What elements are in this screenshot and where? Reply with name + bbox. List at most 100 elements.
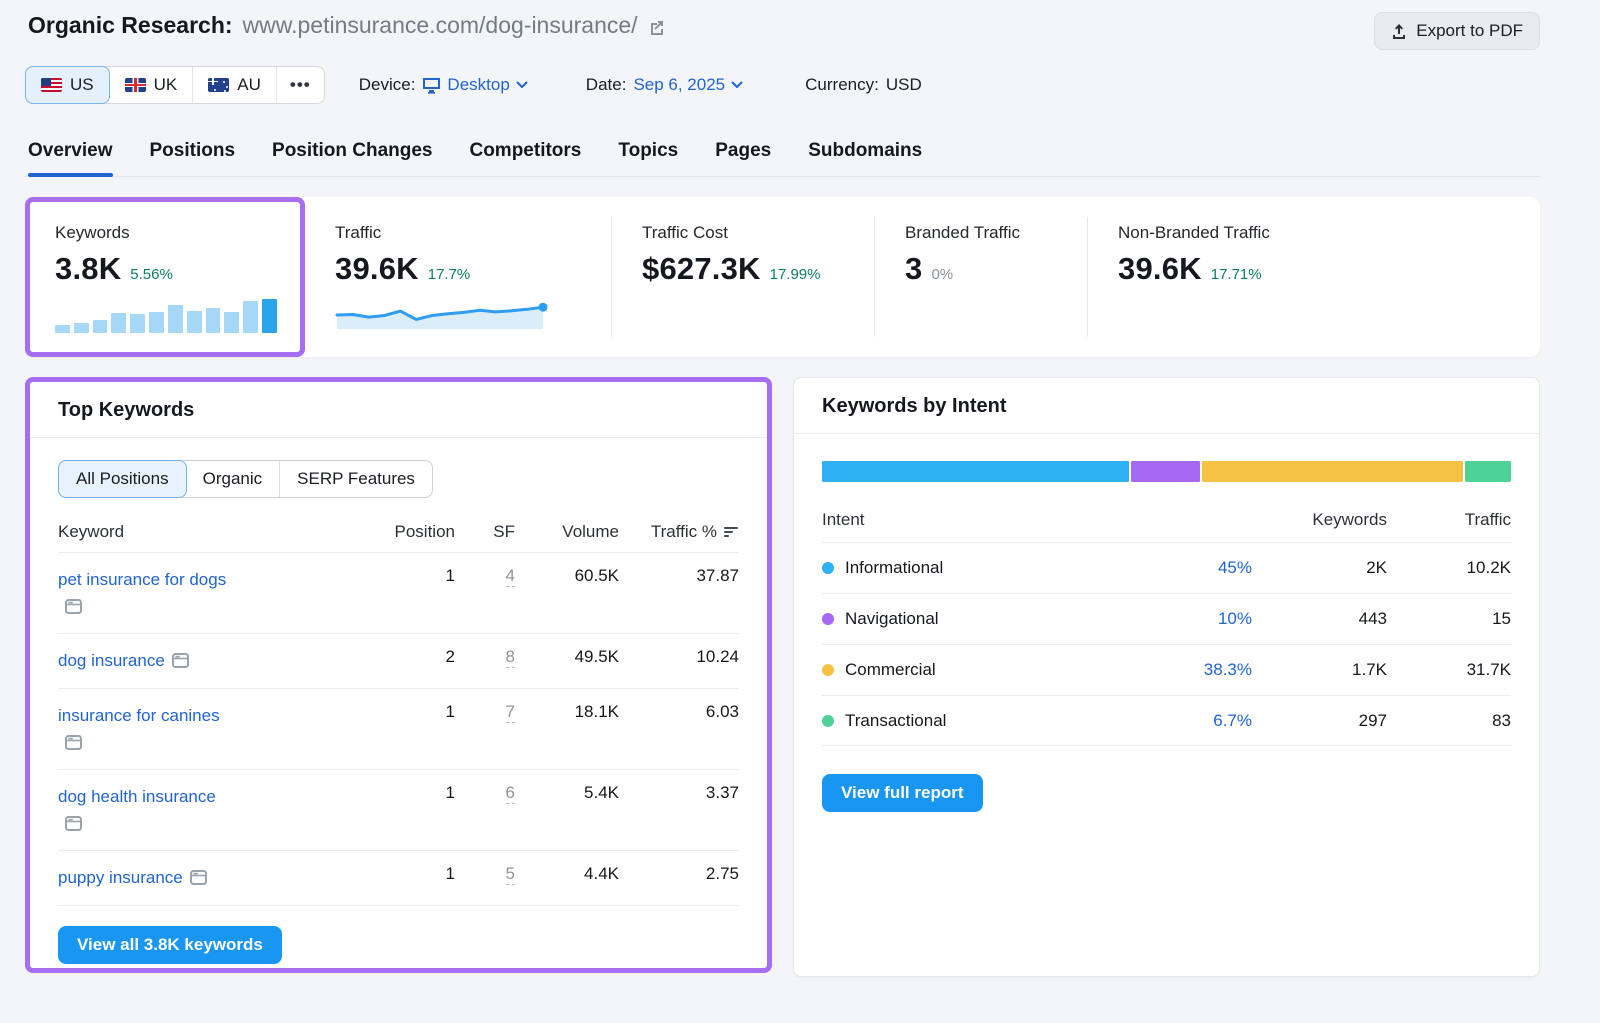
metric-non-branded-value: 39.6K xyxy=(1118,251,1202,287)
country-us-button[interactable]: US xyxy=(25,66,110,104)
au-flag-icon xyxy=(208,78,229,92)
intent-segment-transactional[interactable] xyxy=(1465,461,1511,482)
metric-branded-label: Branded Traffic xyxy=(905,223,1087,243)
volume-value: 18.1K xyxy=(515,702,619,722)
sf-value[interactable]: 8 xyxy=(506,647,515,668)
traffic-pct-value: 3.37 xyxy=(619,783,739,803)
metric-branded-traffic: Branded Traffic 3 0% xyxy=(875,197,1087,357)
intent-table: Intent Keywords Traffic Informational 45… xyxy=(822,504,1511,746)
currency-value: USD xyxy=(886,75,922,95)
metric-keywords-label: Keywords xyxy=(55,223,300,243)
page-title: Organic Research: xyxy=(28,12,233,39)
country-uk-label: UK xyxy=(154,75,178,95)
sort-desc-icon xyxy=(724,526,739,538)
serp-preview-icon[interactable] xyxy=(65,599,82,614)
country-au-button[interactable]: AU xyxy=(193,67,277,103)
intent-keywords-value: 443 xyxy=(1252,609,1387,629)
filters-row: US UK AU ••• Device: Desktop xyxy=(25,66,1540,104)
sf-value[interactable]: 4 xyxy=(506,566,515,587)
keywords-trend-bar-chart xyxy=(55,297,277,333)
serp-preview-icon[interactable] xyxy=(65,816,82,831)
traffic-pct-value: 6.03 xyxy=(619,702,739,722)
table-row: dog health insurance 1 6 5.4K 3.37 xyxy=(58,769,739,850)
tab-overview[interactable]: Overview xyxy=(28,136,113,176)
country-uk-button[interactable]: UK xyxy=(110,67,194,103)
metric-traffic-cost-label: Traffic Cost xyxy=(642,223,874,243)
sf-value[interactable]: 7 xyxy=(506,702,515,723)
positions-segmented-control: All Positions Organic SERP Features xyxy=(58,460,433,498)
metric-traffic-delta: 17.7% xyxy=(428,266,471,283)
segment-serp-features[interactable]: SERP Features xyxy=(280,461,432,497)
date-value: Sep 6, 2025 xyxy=(633,75,725,95)
view-full-report-button[interactable]: View full report xyxy=(822,774,983,812)
volume-value: 60.5K xyxy=(515,566,619,586)
metric-non-branded-traffic: Non-Branded Traffic 39.6K 17.71% xyxy=(1088,197,1540,357)
intent-percent-link[interactable]: 6.7% xyxy=(1213,711,1252,730)
tab-subdomains[interactable]: Subdomains xyxy=(808,136,922,176)
segment-all-positions[interactable]: All Positions xyxy=(58,460,187,498)
tab-positions[interactable]: Positions xyxy=(150,136,236,176)
view-all-keywords-button[interactable]: View all 3.8K keywords xyxy=(58,926,282,964)
serp-preview-icon[interactable] xyxy=(172,653,189,668)
position-value: 1 xyxy=(367,864,455,884)
col-keyword: Keyword xyxy=(58,522,367,542)
date-filter: Date: Sep 6, 2025 xyxy=(586,75,743,95)
metric-non-branded-delta: 17.71% xyxy=(1211,266,1262,283)
col-position: Position xyxy=(367,522,455,542)
device-selector[interactable]: Desktop xyxy=(422,75,527,95)
serp-preview-icon[interactable] xyxy=(190,870,207,885)
position-value: 2 xyxy=(367,647,455,667)
intent-label: Commercial xyxy=(845,660,936,680)
tab-competitors[interactable]: Competitors xyxy=(469,136,581,176)
tab-topics[interactable]: Topics xyxy=(618,136,678,176)
intent-percent-link[interactable]: 10% xyxy=(1218,609,1252,628)
top-keywords-panel: Top Keywords All Positions Organic SERP … xyxy=(25,377,772,973)
commercial-dot-icon xyxy=(822,664,834,676)
intent-percent-link[interactable]: 38.3% xyxy=(1204,660,1252,679)
more-countries-button[interactable]: ••• xyxy=(277,67,324,103)
keyword-link[interactable]: puppy insurance xyxy=(58,864,207,891)
metric-traffic-cost-value: $627.3K xyxy=(642,251,761,287)
navigational-dot-icon xyxy=(822,613,834,625)
keyword-link[interactable]: dog insurance xyxy=(58,647,189,674)
uk-flag-icon xyxy=(125,78,146,92)
intent-row-transactional: Transactional 6.7% 297 83 xyxy=(822,695,1511,746)
metric-keywords-value: 3.8K xyxy=(55,251,121,287)
intent-row-commercial: Commercial 38.3% 1.7K 31.7K xyxy=(822,644,1511,695)
col-keywords: Keywords xyxy=(1252,510,1387,530)
export-to-pdf-button[interactable]: Export to PDF xyxy=(1374,12,1540,50)
table-header: Intent Keywords Traffic xyxy=(822,504,1511,542)
intent-segment-navigational[interactable] xyxy=(1131,461,1199,482)
intent-traffic-value: 10.2K xyxy=(1387,558,1511,578)
country-us-label: US xyxy=(70,75,94,95)
serp-preview-icon[interactable] xyxy=(65,735,82,750)
tab-pages[interactable]: Pages xyxy=(715,136,771,176)
volume-value: 5.4K xyxy=(515,783,619,803)
intent-segment-commercial[interactable] xyxy=(1202,461,1464,482)
metrics-summary-card: Keywords 3.8K 5.56% Traffic 39.6K 17.7% xyxy=(25,197,1540,357)
country-au-label: AU xyxy=(237,75,261,95)
sf-value[interactable]: 6 xyxy=(506,783,515,804)
position-value: 1 xyxy=(367,783,455,803)
intent-row-navigational: Navigational 10% 443 15 xyxy=(822,593,1511,644)
keyword-link[interactable]: insurance for canines xyxy=(58,702,233,756)
metric-traffic: Traffic 39.6K 17.7% xyxy=(305,197,611,357)
col-traffic-pct[interactable]: Traffic % xyxy=(619,522,739,542)
organic-research-page: Organic Research: www.petinsurance.com/d… xyxy=(0,0,1600,1023)
tab-position-changes[interactable]: Position Changes xyxy=(272,136,432,176)
currency-filter: Currency: USD xyxy=(805,75,922,95)
external-link-icon[interactable] xyxy=(648,18,666,36)
intent-segment-informational[interactable] xyxy=(822,461,1129,482)
table-row: insurance for canines 1 7 18.1K 6.03 xyxy=(58,688,739,769)
keyword-link[interactable]: pet insurance for dogs xyxy=(58,566,233,620)
date-selector[interactable]: Sep 6, 2025 xyxy=(633,75,743,95)
position-value: 1 xyxy=(367,702,455,722)
metric-traffic-cost: Traffic Cost $627.3K 17.99% xyxy=(612,197,874,357)
keyword-link[interactable]: dog health insurance xyxy=(58,783,233,837)
segment-organic[interactable]: Organic xyxy=(186,461,281,497)
sf-value[interactable]: 5 xyxy=(506,864,515,885)
informational-dot-icon xyxy=(822,562,834,574)
position-value: 1 xyxy=(367,566,455,586)
top-keywords-footer: View all 3.8K keywords xyxy=(58,905,739,964)
intent-percent-link[interactable]: 45% xyxy=(1218,558,1252,577)
